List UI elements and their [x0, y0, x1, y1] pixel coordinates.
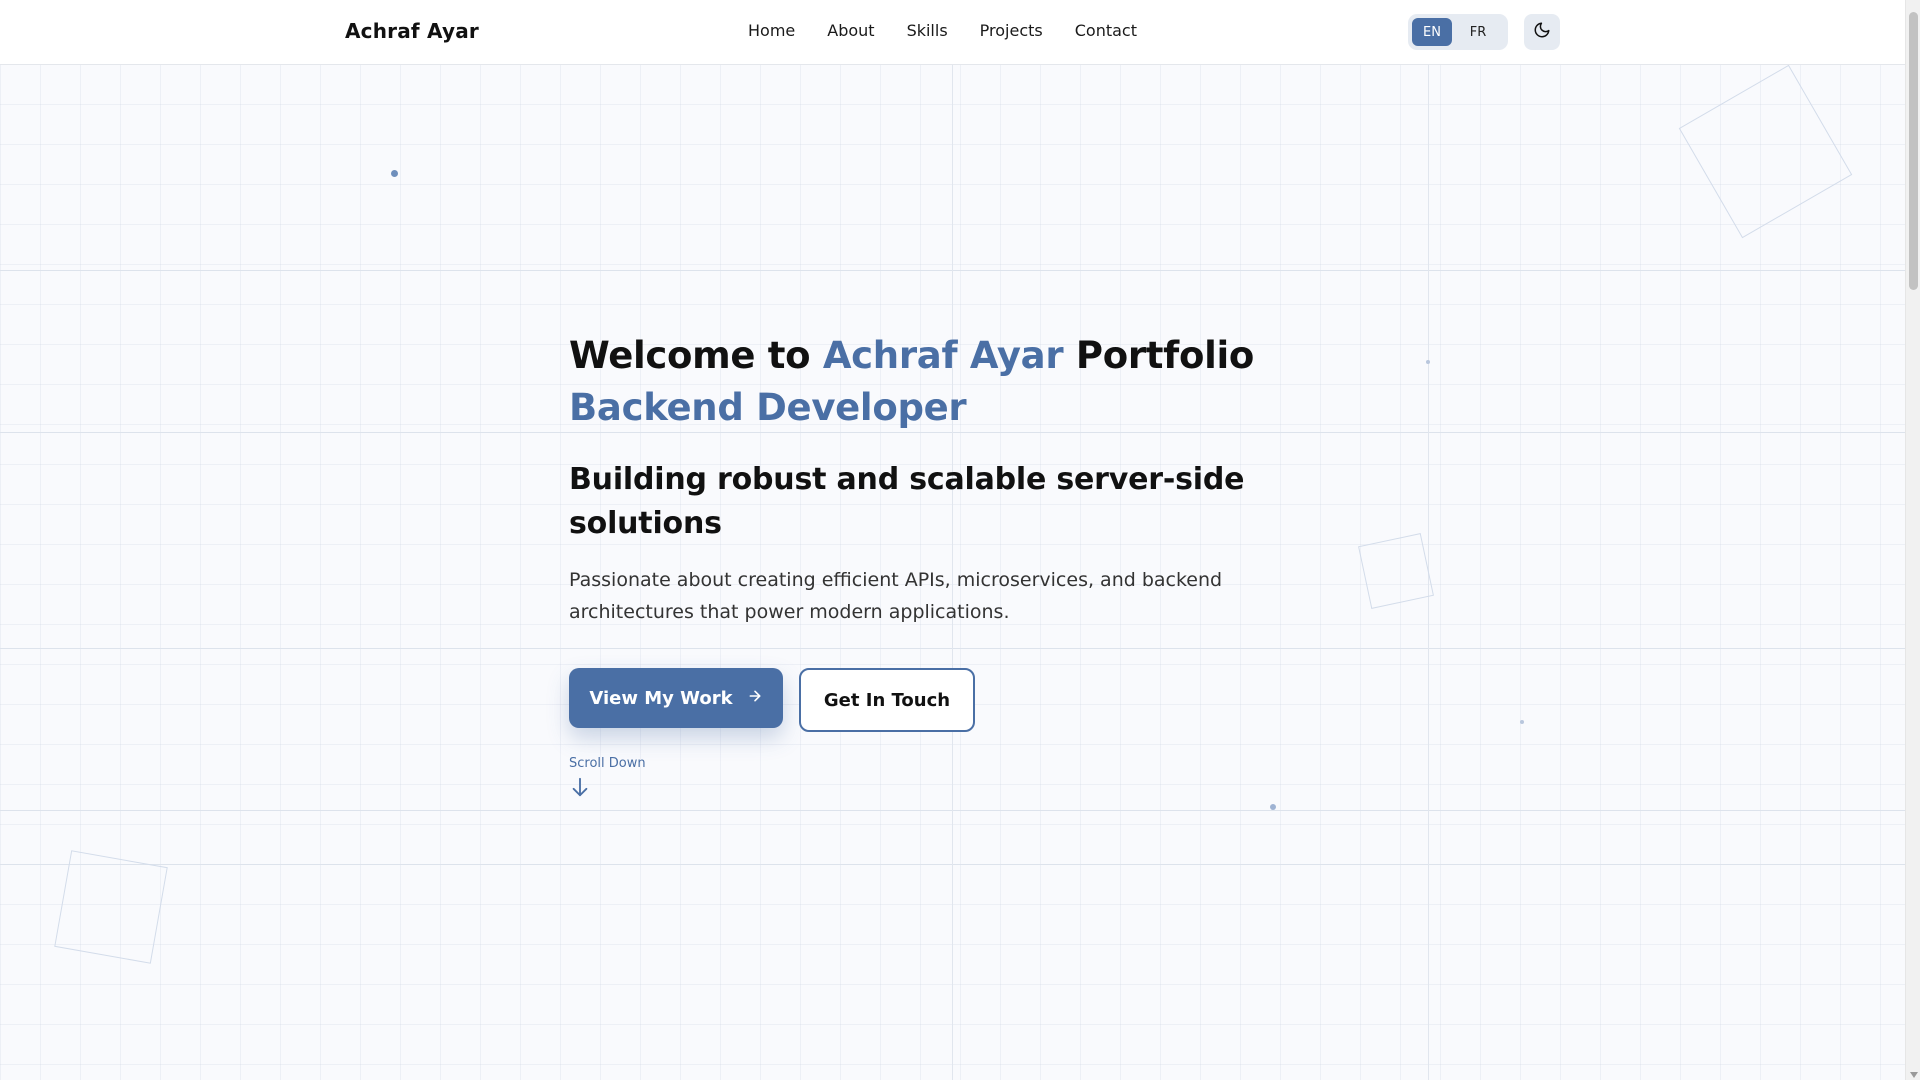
- decorative-dot: [1520, 720, 1524, 724]
- page: Achraf Ayar Home About Skills Projects C…: [0, 0, 1920, 1080]
- decorative-dot: [391, 170, 398, 177]
- main-nav: Home About Skills Projects Contact: [748, 21, 1169, 40]
- get-in-touch-button[interactable]: Get In Touch: [799, 668, 975, 732]
- nav-contact[interactable]: Contact: [1075, 21, 1137, 40]
- title-name: Achraf Ayar: [822, 334, 1064, 377]
- decorative-square: [1358, 533, 1434, 609]
- scroll-down-label: Scroll Down: [569, 756, 646, 771]
- scrollbar-thumb[interactable]: [1909, 12, 1918, 290]
- view-work-label: View My Work: [589, 687, 733, 709]
- get-in-touch-label: Get In Touch: [823, 689, 951, 711]
- hero-subtitle: Building robust and scalable server-side…: [569, 462, 1245, 541]
- page-scrollbar[interactable]: [1905, 0, 1920, 1080]
- hero-description: Passionate about creating efficient APIs…: [569, 569, 1223, 623]
- hero-role: Backend Developer: [569, 386, 967, 429]
- arrow-right-icon: [747, 688, 763, 708]
- title-suffix: Portfolio: [1063, 334, 1254, 377]
- site-header: Achraf Ayar Home About Skills Projects C…: [0, 0, 1905, 65]
- view-work-button[interactable]: View My Work: [569, 668, 783, 728]
- scroll-down-link[interactable]: Scroll Down: [569, 756, 646, 803]
- theme-toggle-button[interactable]: [1524, 14, 1560, 50]
- nav-home[interactable]: Home: [748, 21, 795, 40]
- moon-icon: [1533, 21, 1551, 43]
- title-prefix: Welcome to: [569, 334, 823, 377]
- decorative-dot: [1426, 360, 1430, 364]
- language-switch: EN FR: [1408, 14, 1508, 50]
- hero-section: Welcome to Achraf Ayar Portfolio Backend…: [569, 330, 1369, 732]
- brand-logo[interactable]: Achraf Ayar: [345, 19, 479, 43]
- arrow-down-icon: [569, 775, 646, 803]
- lang-fr-button[interactable]: FR: [1458, 18, 1498, 46]
- scroll-arrow-down-icon[interactable]: [1910, 1072, 1918, 1078]
- decorative-square: [54, 850, 168, 964]
- nav-projects[interactable]: Projects: [980, 21, 1043, 40]
- hero-title: Welcome to Achraf Ayar Portfolio: [569, 330, 1369, 382]
- hero-buttons: View My Work Get In Touch: [569, 668, 1369, 732]
- lang-en-button[interactable]: EN: [1412, 18, 1452, 46]
- nav-skills[interactable]: Skills: [907, 21, 948, 40]
- nav-about[interactable]: About: [827, 21, 874, 40]
- decorative-dot: [1270, 804, 1276, 810]
